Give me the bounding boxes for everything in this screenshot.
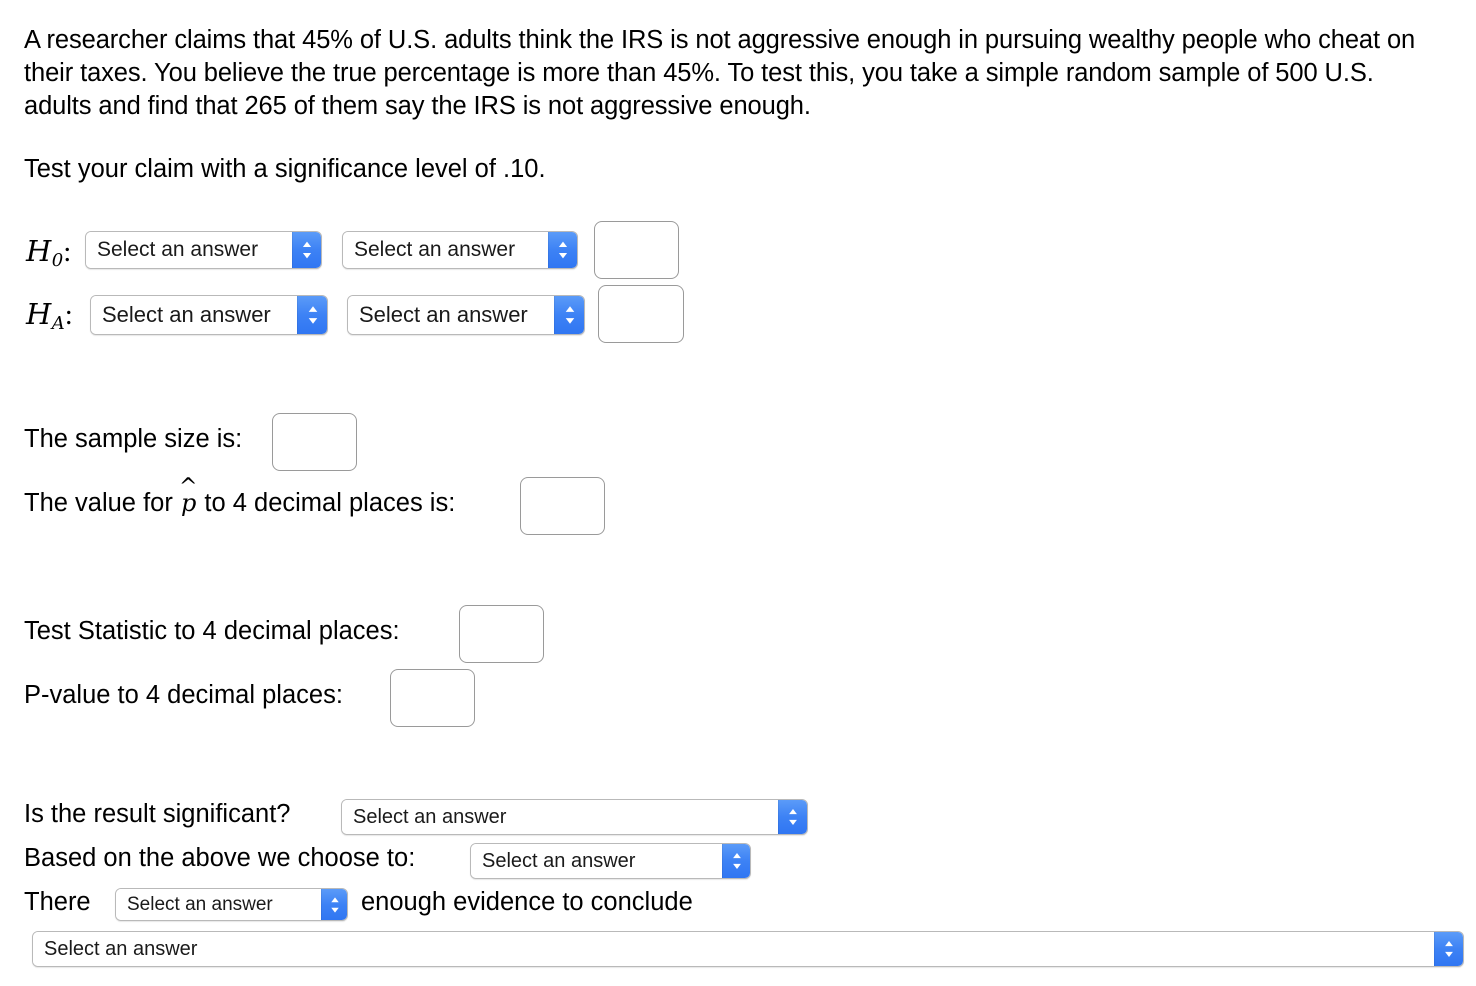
final-conclusion-select-value: Select an answer — [33, 932, 1434, 966]
evidence-sufficiency-select-value: Select an answer — [116, 889, 321, 920]
null-hypothesis-value-input[interactable] — [594, 221, 679, 279]
significance-result-select-value: Select an answer — [342, 800, 778, 834]
phat-hat-accent: ^ — [179, 475, 198, 501]
decision-select-value: Select an answer — [471, 844, 722, 878]
there-label: There — [24, 888, 91, 916]
chevron-up-down-icon[interactable] — [722, 844, 750, 878]
alternative-hypothesis-operator-select[interactable]: Select an answer — [347, 295, 585, 335]
phat-symbol: ^ p — [179, 477, 198, 515]
chevron-up-down-icon[interactable] — [297, 296, 327, 334]
null-hypothesis-parameter-select[interactable]: Select an answer — [85, 231, 322, 269]
worksheet-page: A researcher claims that 45% of U.S. adu… — [0, 0, 1476, 986]
chevron-up-down-icon[interactable] — [1434, 932, 1463, 966]
chevron-up-down-icon[interactable] — [778, 800, 807, 834]
alternative-hypothesis-symbol: H — [26, 297, 52, 331]
alternative-hypothesis-parameter-select[interactable]: Select an answer — [90, 295, 328, 335]
test-statistic-input[interactable] — [459, 605, 544, 663]
alternative-hypothesis-parameter-select-value: Select an answer — [91, 296, 297, 334]
significance-result-select[interactable]: Select an answer — [341, 799, 808, 835]
null-hypothesis-parameter-select-value: Select an answer — [86, 232, 292, 268]
chevron-up-down-icon[interactable] — [554, 296, 584, 334]
significance-level-instruction: Test your claim with a significance leve… — [24, 155, 546, 183]
pvalue-label: P-value to 4 decimal places: — [24, 681, 343, 709]
null-hypothesis-operator-select[interactable]: Select an answer — [342, 231, 578, 269]
problem-statement: A researcher claims that 45% of U.S. adu… — [24, 26, 1416, 120]
phat-label: The value for ^ p to 4 decimal places is: — [24, 477, 456, 517]
alternative-hypothesis-label: HA: — [26, 297, 73, 334]
decision-question-label: Based on the above we choose to: — [24, 844, 416, 872]
alternative-hypothesis-value-input[interactable] — [598, 285, 684, 343]
alternative-hypothesis-operator-select-value: Select an answer — [348, 296, 554, 334]
test-statistic-label: Test Statistic to 4 decimal places: — [24, 617, 400, 645]
null-hypothesis-operator-select-value: Select an answer — [343, 232, 548, 268]
null-hypothesis-label: H0: — [26, 234, 71, 271]
decision-select[interactable]: Select an answer — [470, 843, 751, 879]
evidence-conclude-label: enough evidence to conclude — [361, 888, 693, 916]
phat-label-before: The value for — [24, 489, 173, 517]
pvalue-input[interactable] — [390, 669, 475, 727]
chevron-up-down-icon[interactable] — [292, 232, 321, 268]
chevron-up-down-icon[interactable] — [321, 889, 347, 920]
sample-size-input[interactable] — [272, 413, 357, 471]
sample-size-label: The sample size is: — [24, 425, 243, 453]
null-hypothesis-subscript: 0 — [51, 250, 64, 272]
phat-value-input[interactable] — [520, 477, 605, 535]
significance-question-label: Is the result significant? — [24, 800, 291, 828]
evidence-sufficiency-select[interactable]: Select an answer — [115, 888, 348, 921]
chevron-up-down-icon[interactable] — [548, 232, 577, 268]
alternative-hypothesis-subscript: A — [51, 313, 65, 335]
null-hypothesis-symbol: H — [26, 234, 52, 268]
phat-label-after: to 4 decimal places is: — [204, 489, 456, 517]
null-hypothesis-colon: : — [63, 236, 72, 268]
alternative-hypothesis-colon: : — [64, 299, 73, 331]
final-conclusion-select[interactable]: Select an answer — [32, 931, 1464, 967]
